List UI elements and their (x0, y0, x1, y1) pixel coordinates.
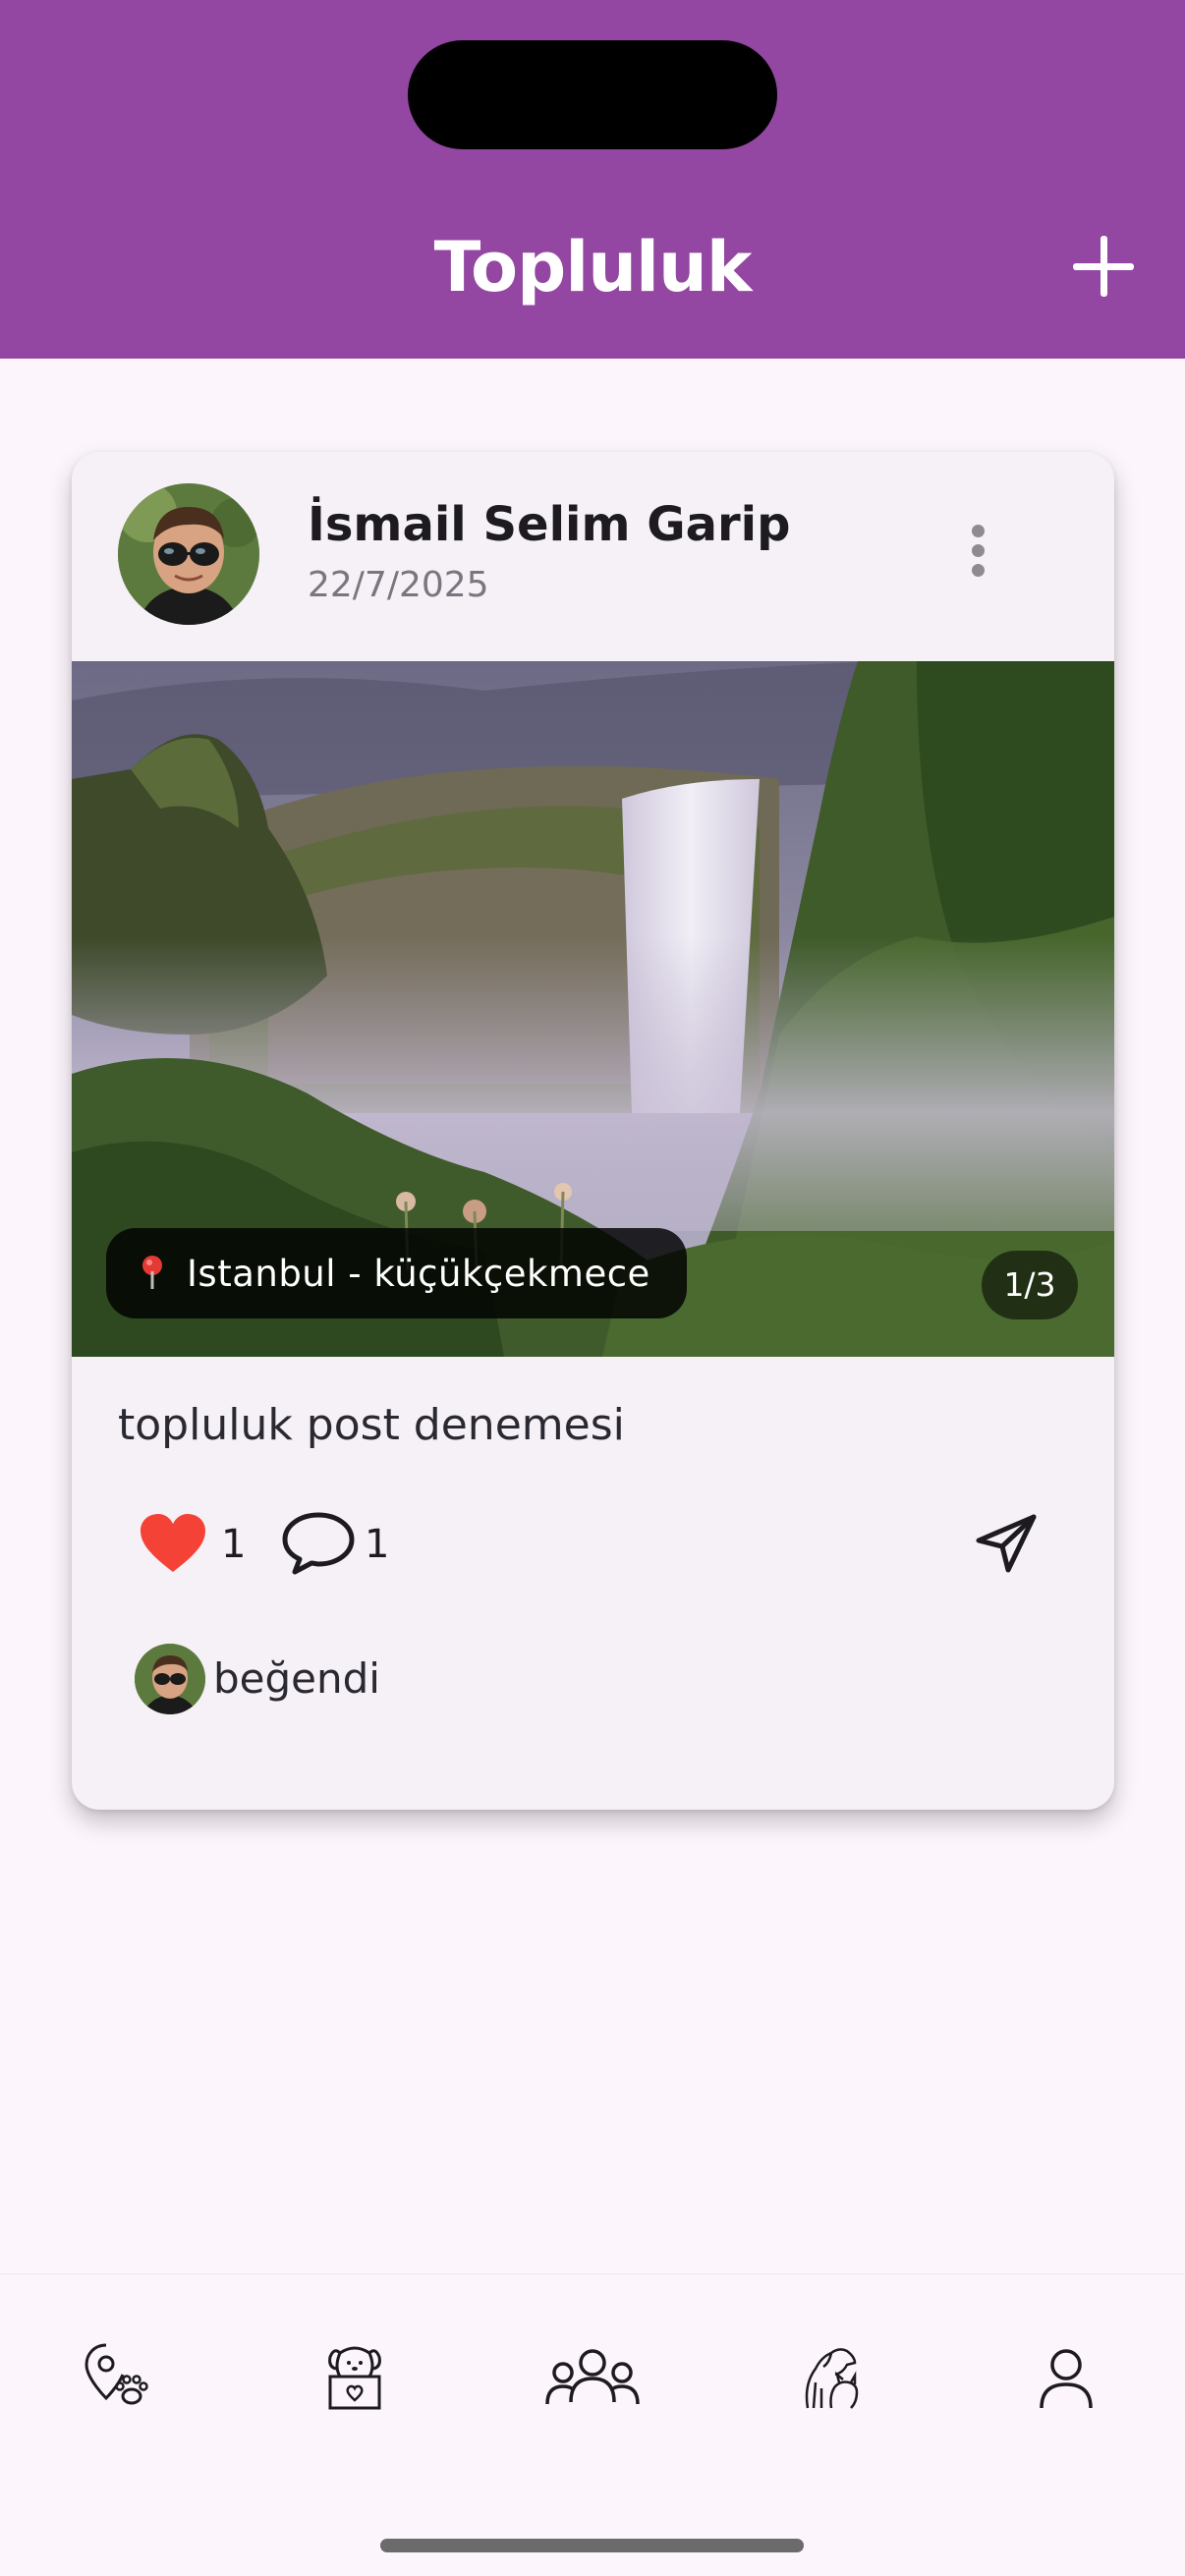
nav-pets[interactable] (786, 2333, 875, 2422)
home-indicator[interactable] (380, 2539, 804, 2552)
post-caption: topluluk post denemesi (118, 1400, 625, 1450)
location-text: Istanbul - küçükçekmece (187, 1252, 650, 1295)
comment-count: 1 (365, 1522, 390, 1567)
page-title: Topluluk (433, 227, 753, 308)
nav-community[interactable] (543, 2333, 642, 2422)
bottom-navigation (0, 2273, 1185, 2576)
nav-adoption[interactable] (310, 2333, 399, 2422)
heart-icon[interactable] (139, 1513, 207, 1574)
author-avatar[interactable] (118, 483, 259, 625)
comment-icon[interactable] (281, 1511, 356, 1576)
nav-profile[interactable] (1022, 2333, 1110, 2422)
pin-icon (142, 1256, 162, 1289)
map-paw-icon (85, 2343, 148, 2405)
post-date: 22/7/2025 (308, 565, 489, 605)
like-count: 1 (221, 1522, 247, 1567)
location-badge: Istanbul - küçükçekmece (106, 1228, 687, 1318)
image-counter: 1/3 (982, 1251, 1078, 1319)
dynamic-island (408, 40, 777, 149)
community-icon (545, 2349, 640, 2405)
liker-avatar[interactable] (135, 1644, 205, 1714)
profile-icon (1040, 2349, 1093, 2409)
post-image[interactable]: Istanbul - küçükçekmece 1/3 (72, 661, 1114, 1357)
more-options-button[interactable] (958, 525, 997, 593)
post-card: İsmail Selim Garip 22/7/2025 Istanbul - … (72, 452, 1114, 1810)
nav-map[interactable] (75, 2333, 163, 2422)
send-icon[interactable] (975, 1511, 1040, 1576)
author-name[interactable]: İsmail Selim Garip (308, 493, 790, 556)
add-post-button[interactable] (1073, 229, 1150, 306)
pets-icon (805, 2348, 859, 2409)
liked-by-text: beğendi (213, 1654, 380, 1703)
app-header: Topluluk (0, 0, 1185, 359)
adoption-pet-icon (328, 2346, 381, 2410)
